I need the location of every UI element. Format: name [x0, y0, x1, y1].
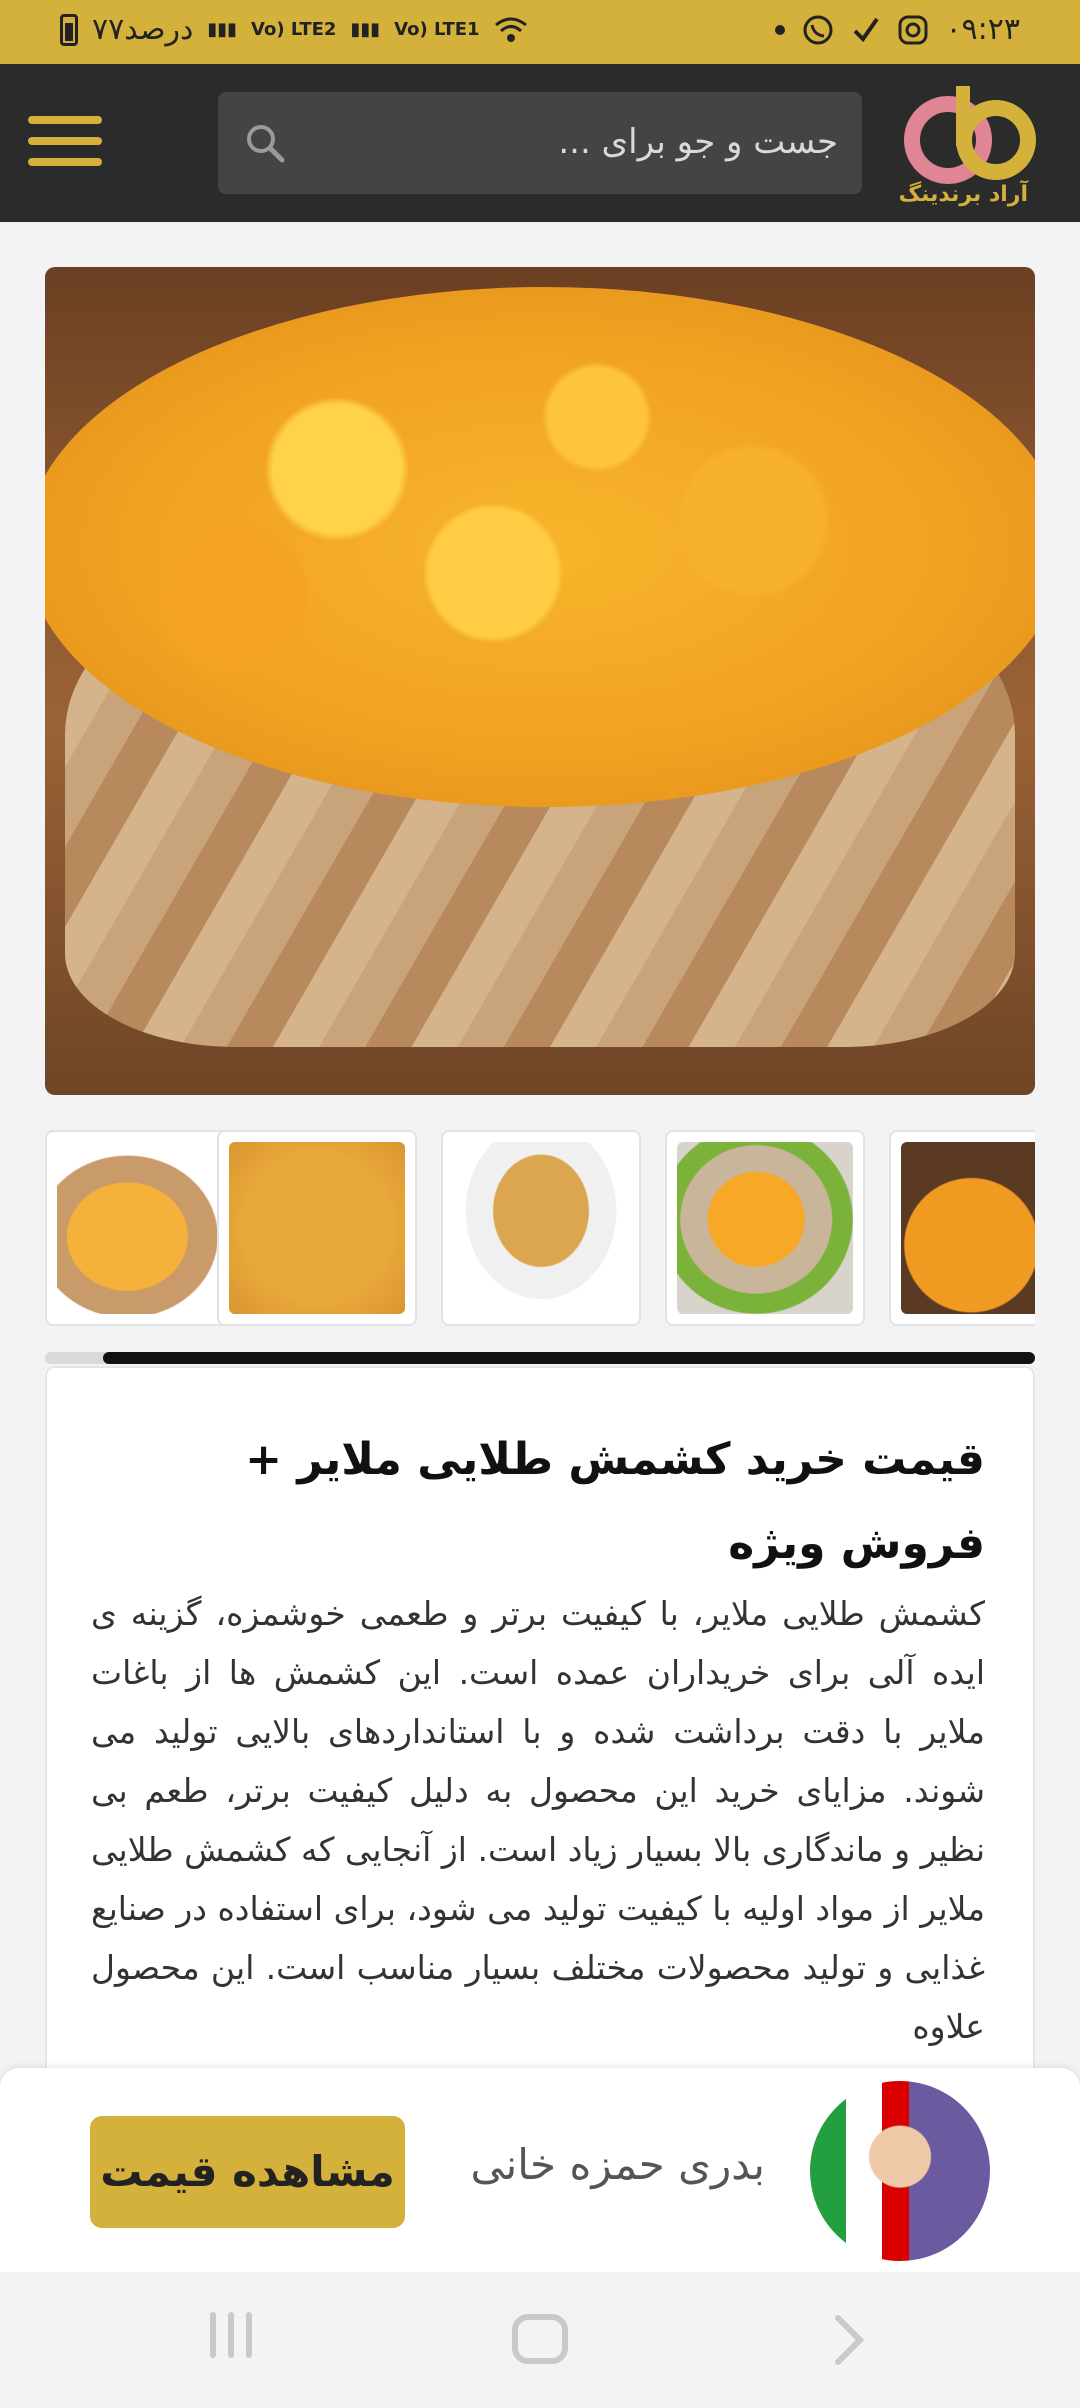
product-thumbnail[interactable]	[45, 1130, 245, 1326]
thumbnail-scrollbar[interactable]	[45, 1352, 1035, 1364]
scrollbar-thumb[interactable]	[103, 1352, 1035, 1364]
search-input[interactable]: جست و جو برای ...	[218, 92, 862, 194]
product-thumbnail[interactable]	[441, 1130, 641, 1326]
raisins-image-part	[45, 287, 1035, 807]
app-root: ۷۷درصد ▮▮▮ Vo) LTE2 ▮▮▮ Vo) LTE1 ۰۹:۲۳ آ…	[0, 0, 1080, 2408]
battery-text: ۷۷درصد	[92, 12, 194, 47]
recents-icon[interactable]	[210, 2312, 270, 2368]
battery-icon	[60, 13, 78, 46]
seller-name: بدری حمزه خانی	[470, 2140, 765, 2189]
product-description: کشمش طلایی ملایر، با کیفیت برتر و طعمی خ…	[91, 1594, 985, 2046]
back-chevron-icon[interactable]	[820, 2312, 880, 2368]
view-price-button[interactable]: مشاهده قیمت	[90, 2116, 405, 2228]
status-left-group: ۷۷درصد ▮▮▮ Vo) LTE2 ▮▮▮ Vo) LTE1	[60, 12, 528, 47]
signal-icon: ▮▮▮	[350, 18, 381, 40]
product-title: قیمت خرید کشمش طلایی ملایر + فروش ویژه	[245, 1434, 985, 1569]
logo-text: آراد برندینگ	[898, 182, 1028, 207]
product-thumbnail[interactable]	[889, 1130, 1035, 1326]
thumbnail-image	[901, 1142, 1035, 1314]
top-header: آراد برندینگ جست و جو برای ...	[0, 64, 1080, 222]
status-right-group: ۰۹:۲۳	[775, 12, 1020, 47]
search-icon[interactable]	[244, 122, 286, 164]
product-thumbnail[interactable]	[665, 1130, 865, 1326]
search-placeholder: جست و جو برای ...	[558, 122, 838, 162]
whatsapp-icon	[803, 15, 833, 44]
thumbnail-strip[interactable]	[45, 1128, 1035, 1328]
menu-bar	[28, 116, 102, 124]
instagram-icon	[898, 15, 928, 44]
status-bar: ۷۷درصد ▮▮▮ Vo) LTE2 ▮▮▮ Vo) LTE1 ۰۹:۲۳	[0, 0, 1080, 64]
network-label-2: Vo) LTE1	[394, 18, 480, 40]
thumbnail-image	[57, 1142, 233, 1314]
menu-bar	[28, 158, 102, 166]
network-label-1: Vo) LTE2	[251, 18, 337, 40]
status-time: ۰۹:۲۳	[945, 12, 1020, 47]
home-icon[interactable]	[512, 2314, 568, 2364]
seller-contact-bar: بدری حمزه خانی مشاهده قیمت	[0, 2068, 1080, 2272]
dot-icon	[775, 24, 786, 35]
thumbnail-image	[453, 1142, 629, 1314]
system-nav-bar	[0, 2272, 1080, 2408]
menu-bar	[28, 137, 102, 145]
product-thumbnail[interactable]	[217, 1130, 417, 1326]
wifi-icon	[494, 17, 527, 42]
seller-avatar[interactable]	[810, 2081, 990, 2261]
hamburger-menu-icon[interactable]	[28, 116, 102, 172]
thumbnail-image	[677, 1142, 853, 1314]
telegram-check-icon	[854, 17, 880, 42]
thumbnail-image	[229, 1142, 405, 1314]
product-main-image[interactable]	[45, 267, 1035, 1095]
signal-icon: ▮▮▮	[207, 18, 238, 40]
